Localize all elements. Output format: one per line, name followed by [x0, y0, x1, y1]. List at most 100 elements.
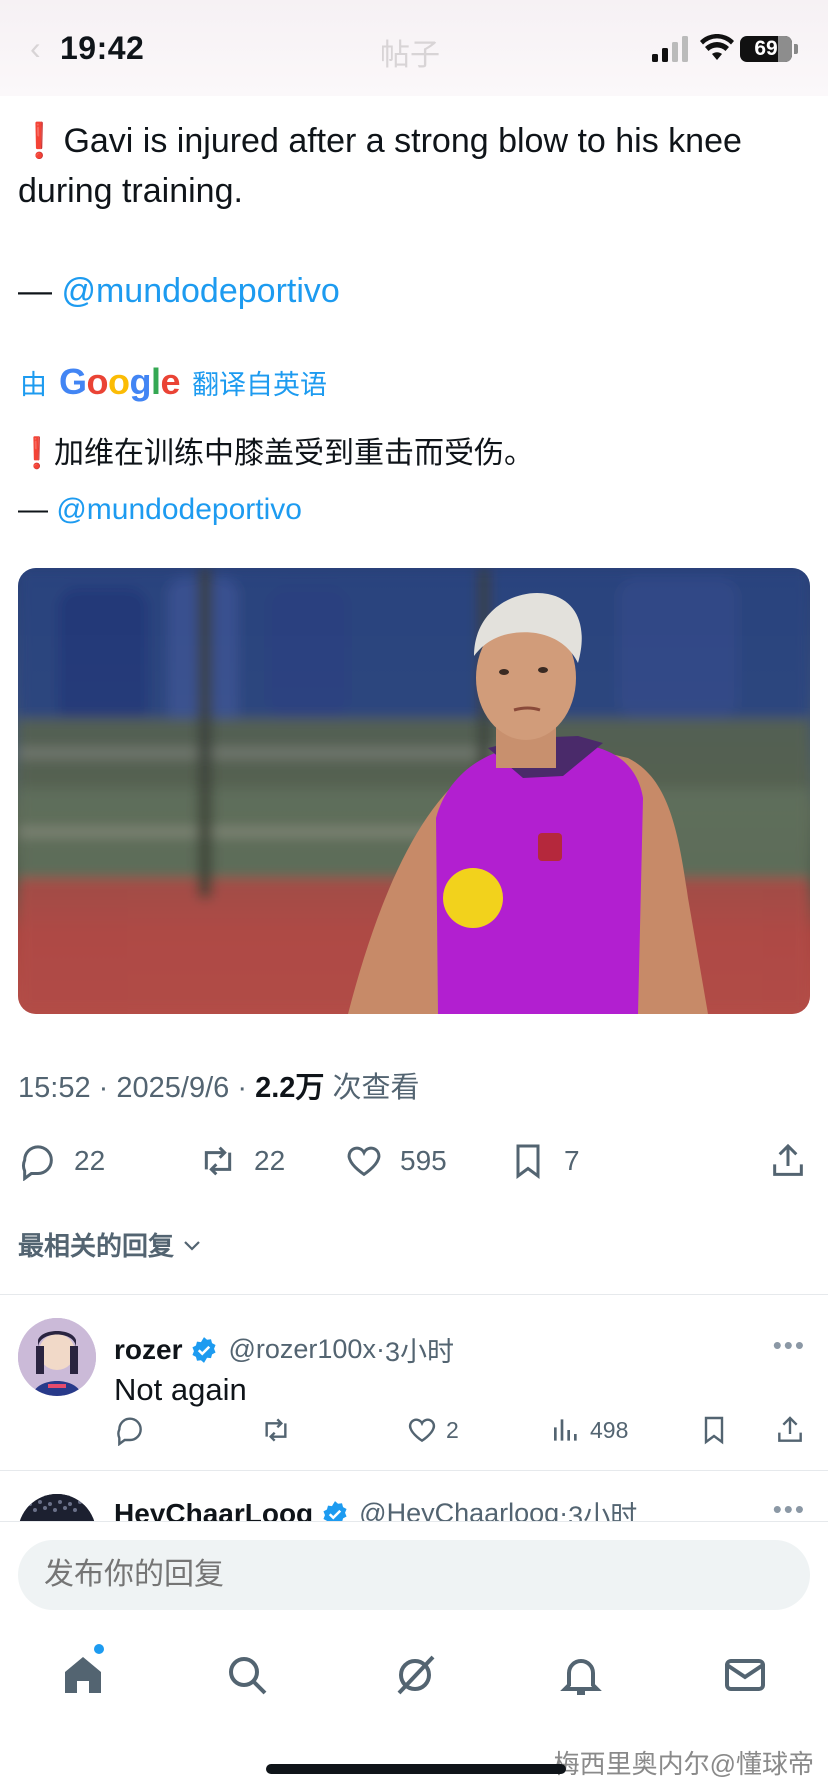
tab-search[interactable]: [212, 1640, 282, 1710]
meta-separator: ·: [98, 1072, 109, 1104]
exclamation-icon: ❗: [18, 437, 56, 470]
page-title: 帖子: [380, 39, 440, 72]
photo-illustration: [18, 568, 810, 1014]
avatar-image: [18, 1494, 96, 1522]
chevron-down-icon: [184, 1240, 200, 1251]
tab-bar: [0, 1640, 828, 1710]
battery-icon: 69: [740, 36, 792, 62]
tweet-date: 2025/9/6: [116, 1072, 230, 1104]
bell-icon: [560, 1659, 602, 1695]
reply-header: rozer @rozer100x · 3小时: [114, 1330, 454, 1369]
cellular-signal-icon: [652, 36, 688, 62]
avatar[interactable]: [18, 1318, 96, 1396]
retweet-button[interactable]: [260, 1410, 300, 1450]
views-label: 次查看: [332, 1072, 420, 1104]
attribution-dash: —: [18, 493, 48, 526]
reply-time: 3小时: [384, 1337, 454, 1367]
tweet-photo[interactable]: [18, 568, 810, 1014]
reply-composer-input[interactable]: [18, 1540, 810, 1610]
translation-prefix: 由: [20, 369, 47, 400]
retweet-icon: [204, 1146, 232, 1176]
share-button[interactable]: [768, 1136, 824, 1186]
bookmark-count: 7: [564, 1145, 580, 1176]
replies-sort-dropdown[interactable]: 最相关的回复: [18, 1226, 204, 1263]
bookmark-button[interactable]: [698, 1410, 738, 1450]
tweet-time: 15:52: [18, 1072, 91, 1104]
translated-body: 加维在训练中膝盖受到重击而受伤。: [54, 437, 534, 470]
mail-icon: [725, 1659, 765, 1691]
reply-like-count: 2: [446, 1416, 459, 1443]
reply-count: 22: [74, 1145, 106, 1176]
reply-author-name[interactable]: HeyChaarLoog: [114, 1498, 313, 1523]
replies-sort-label: 最相关的回复: [18, 1231, 175, 1261]
analytics-icon: [554, 1419, 577, 1441]
reply-author-handle: @rozer100x: [228, 1334, 376, 1364]
like-button[interactable]: 2: [406, 1410, 459, 1450]
reply-header: HeyChaarLoog @HeyChaarloog · 3小时: [114, 1494, 637, 1522]
reply-actions: 2 498: [114, 1410, 810, 1450]
reply-button[interactable]: [114, 1410, 154, 1450]
more-options-icon[interactable]: •••: [773, 1494, 806, 1522]
tab-home[interactable]: [48, 1640, 118, 1710]
battery-nub: [794, 44, 798, 54]
google-logo: Google: [59, 361, 181, 402]
mention-link[interactable]: @mundodeportivo: [61, 272, 339, 310]
bookmark-icon: [704, 1416, 724, 1445]
like-count: 595: [400, 1145, 447, 1176]
reply-item[interactable]: rozer @rozer100x · 3小时 ••• Not again 2 4…: [0, 1294, 828, 1470]
grok-icon: [397, 1655, 435, 1695]
reply-icon: [117, 1417, 142, 1446]
meta-separator: ·: [375, 1334, 385, 1364]
back-ghost-icon[interactable]: ‹: [30, 30, 41, 67]
avatar[interactable]: [18, 1494, 96, 1522]
reply-time: 3小时: [568, 1501, 638, 1522]
more-options-icon[interactable]: •••: [773, 1330, 806, 1361]
share-icon: [778, 1416, 802, 1442]
status-bar: ‹ 19:42 帖子 69: [0, 0, 828, 96]
tab-messages[interactable]: [710, 1640, 780, 1710]
avatar-image: [18, 1318, 96, 1396]
retweet-button[interactable]: 22: [198, 1136, 285, 1186]
bookmark-icon: [516, 1144, 540, 1179]
status-time: 19:42: [60, 30, 145, 66]
watermark: 梅西里奥内尔@懂球帝: [553, 1749, 814, 1779]
meta-separator: ·: [237, 1072, 247, 1104]
home-icon: [65, 1657, 101, 1693]
reply-button[interactable]: 22: [18, 1136, 105, 1186]
translation-attribution[interactable]: 由 Google 翻译自英语: [20, 360, 327, 404]
reply-icon: [22, 1145, 53, 1181]
reply-text: Not again: [114, 1372, 247, 1407]
exclamation-icon: ❗: [18, 122, 61, 160]
tweet-actions: 22 22 595 7: [18, 1136, 810, 1186]
bookmark-button[interactable]: 7: [508, 1136, 580, 1186]
views-count: 2.2万: [255, 1072, 325, 1104]
meta-separator: ·: [559, 1498, 569, 1522]
tab-grok[interactable]: [380, 1640, 450, 1710]
home-indicator[interactable]: [266, 1764, 566, 1774]
reply-author-name[interactable]: rozer: [114, 1334, 182, 1366]
notification-dot: [94, 1644, 104, 1654]
tweet-body: Gavi is injured after a strong blow to h…: [18, 122, 742, 210]
heart-icon: [347, 1146, 381, 1177]
verified-badge-icon: [323, 1500, 347, 1522]
retweet-count: 22: [254, 1145, 286, 1176]
like-button[interactable]: 595: [344, 1136, 447, 1186]
reply-view-count: 498: [590, 1416, 629, 1443]
search-icon: [229, 1657, 267, 1695]
retweet-icon: [265, 1418, 287, 1442]
views-button[interactable]: 498: [550, 1410, 628, 1450]
translation-suffix: 翻译自英语: [192, 369, 328, 400]
verified-badge-icon: [192, 1336, 217, 1363]
heart-icon: [408, 1418, 436, 1443]
wifi-icon: [700, 34, 734, 60]
mention-link[interactable]: @mundodeportivo: [56, 493, 302, 526]
share-icon: [773, 1143, 803, 1176]
tweet-text: ❗ Gavi is injured after a strong blow to…: [18, 116, 808, 316]
attribution-dash: —: [18, 272, 52, 310]
tweet-meta: 15:52 · 2025/9/6 · 2.2万 次查看: [18, 1064, 419, 1106]
battery-level: 69: [754, 37, 778, 60]
reply-item[interactable]: HeyChaarLoog @HeyChaarloog · 3小时 •••: [0, 1470, 828, 1522]
translated-text: ❗加维在训练中膝盖受到重击而受伤。 — @mundodeportivo: [18, 426, 808, 538]
tab-notifications[interactable]: [546, 1640, 616, 1710]
share-button[interactable]: [774, 1410, 814, 1450]
